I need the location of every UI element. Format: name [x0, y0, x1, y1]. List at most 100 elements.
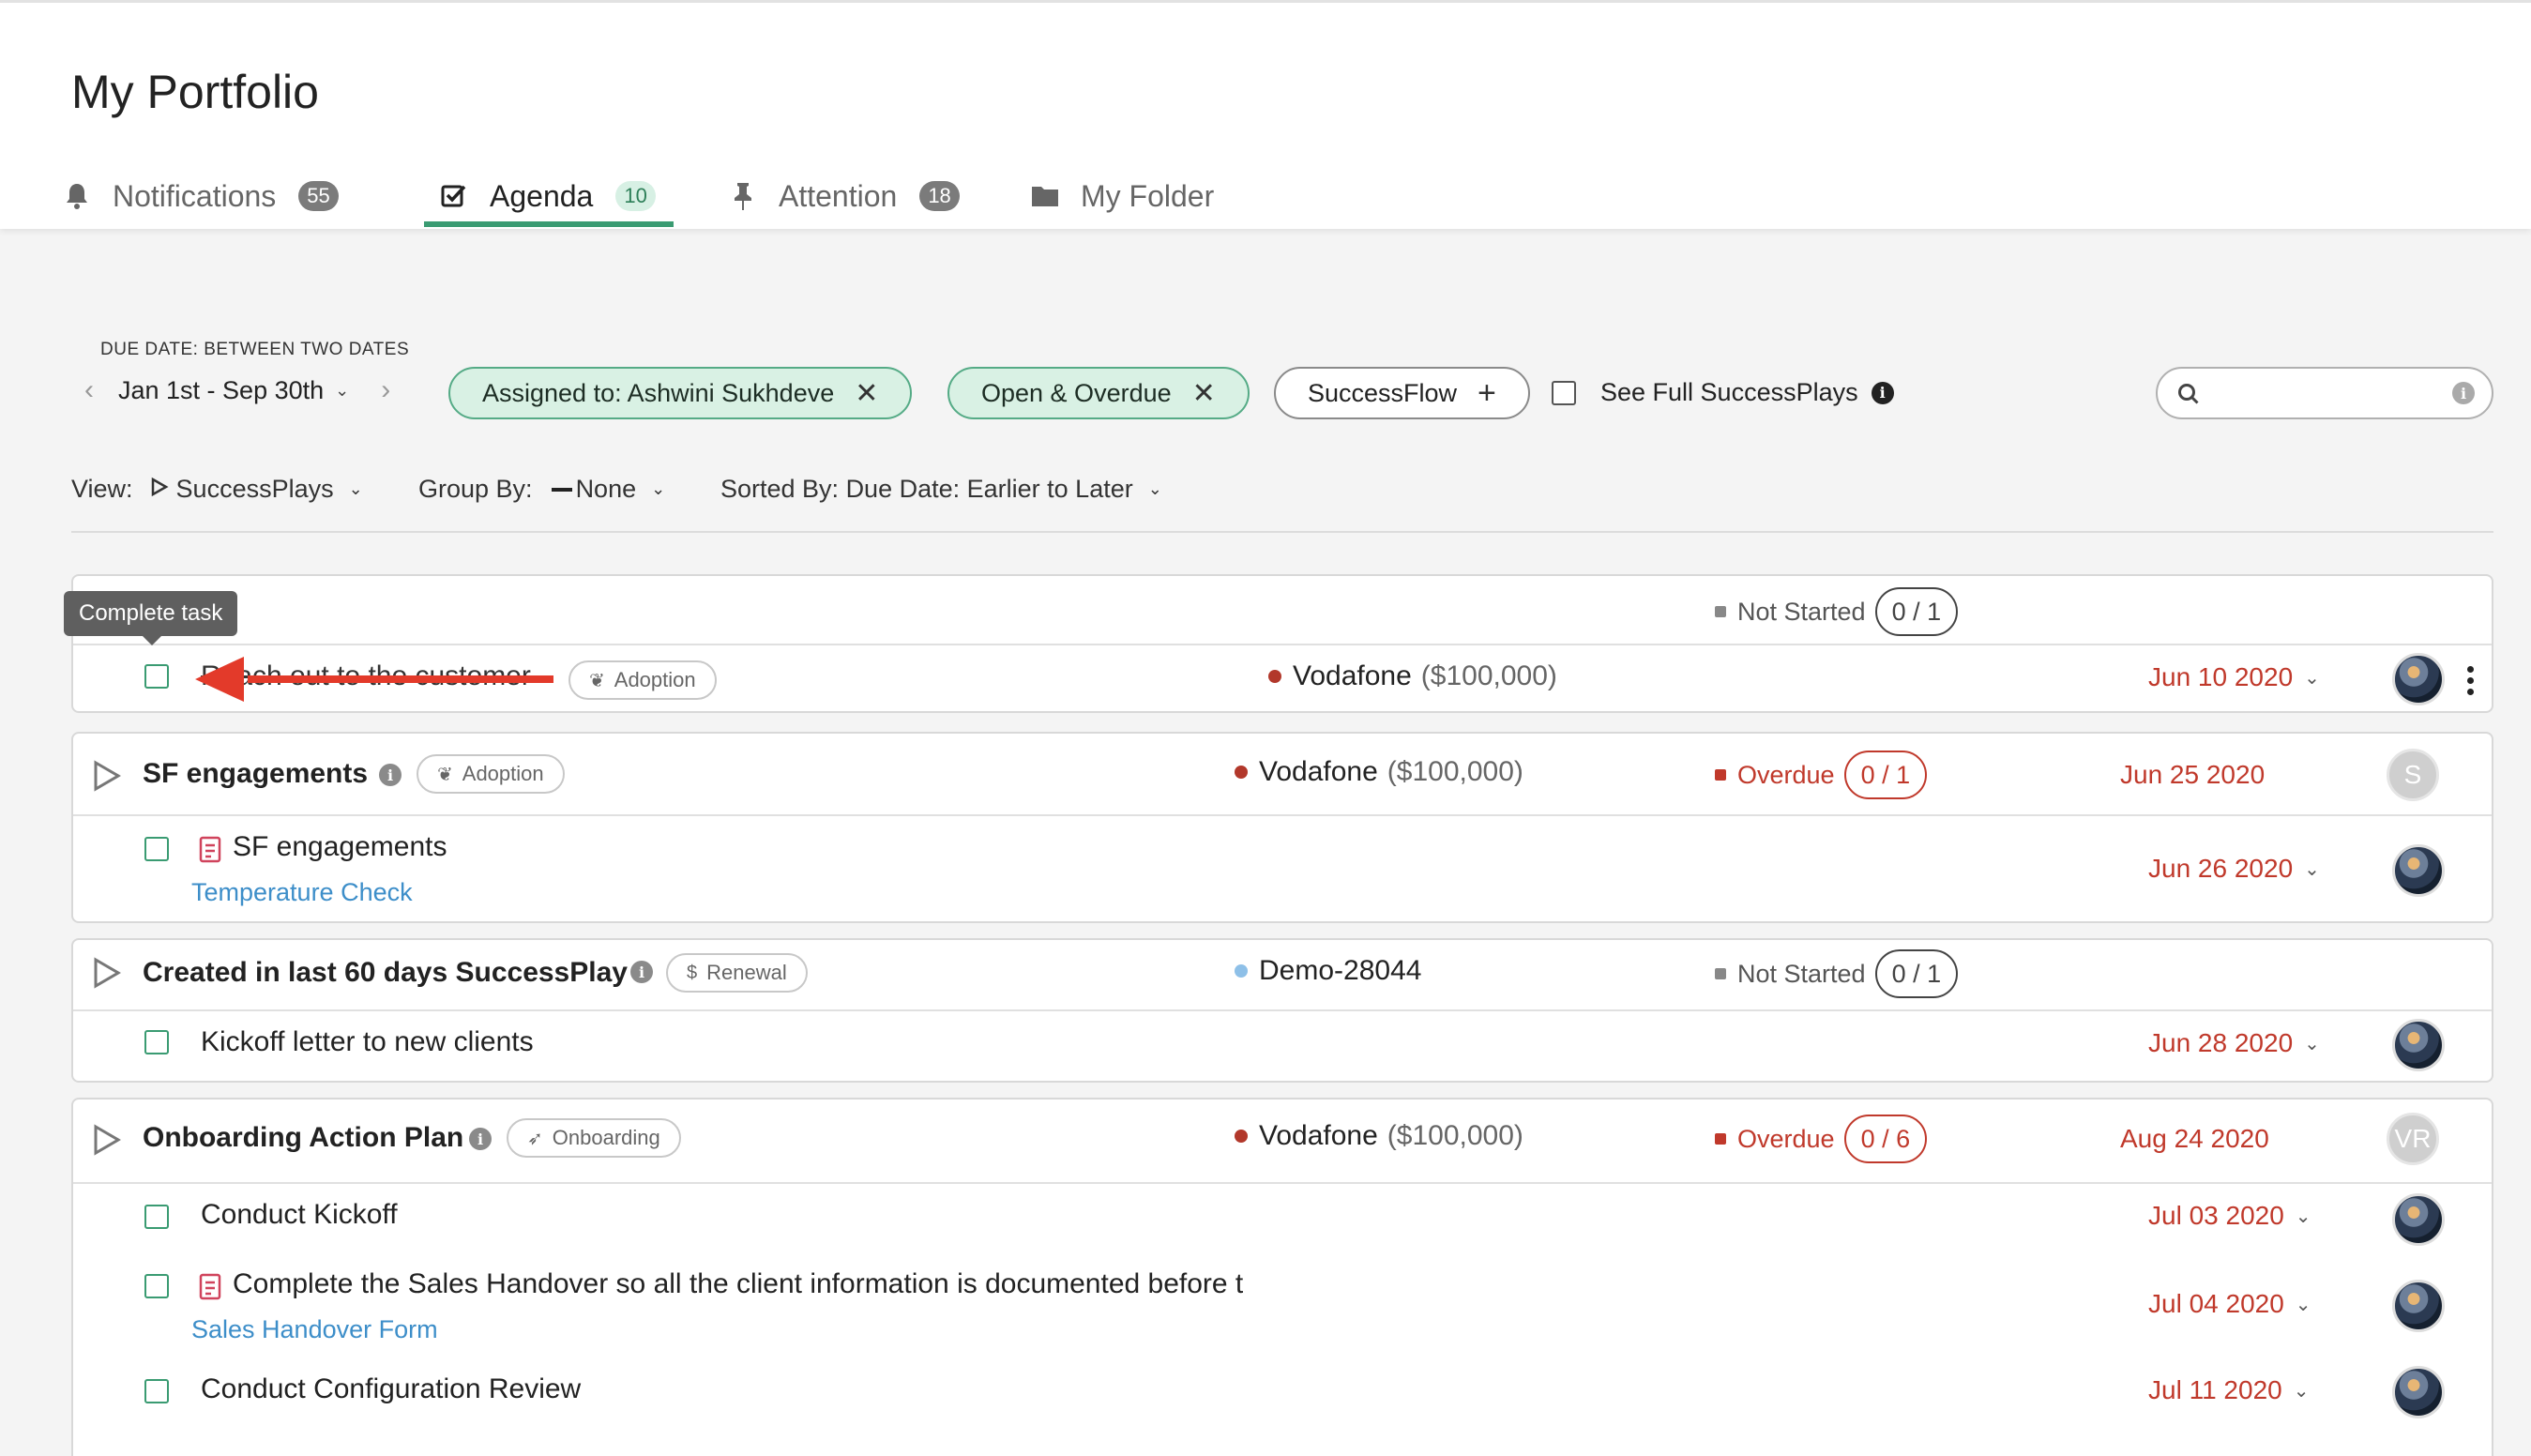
play-status: Not Started 0 / 1 [1715, 587, 1959, 636]
play-status: Overdue 0 / 1 [1715, 751, 1928, 799]
chevron-down-icon: ⌄ [2304, 667, 2320, 689]
task-name[interactable]: Conduct Configuration Review [201, 1373, 581, 1405]
tab-notifications[interactable]: Notifications 55 [62, 170, 339, 222]
task-due-date[interactable]: Jun 10 2020 ⌄ [2148, 662, 2320, 692]
avatar[interactable] [2392, 844, 2445, 897]
status-label: Not Started [1737, 597, 1866, 626]
play-expand-icon[interactable] [92, 760, 122, 796]
successflow-filter-chip[interactable]: SuccessFlow + [1274, 367, 1530, 419]
status-indicator [1715, 769, 1726, 781]
tab-label: Notifications [113, 178, 277, 213]
chip-label: Open & Overdue [981, 378, 1172, 407]
avatar[interactable] [2392, 1193, 2445, 1246]
account-label[interactable]: Vodafone ($100,000) [1235, 756, 1523, 788]
tab-attention[interactable]: Attention 18 [728, 170, 960, 222]
plus-icon: + [1478, 374, 1496, 411]
view-value: SuccessPlays [175, 475, 334, 503]
leaf-icon: ❦ [589, 670, 605, 691]
complete-task-tooltip: Complete task [64, 591, 238, 645]
task-name[interactable]: Complete the Sales Handover so all the c… [233, 1268, 1243, 1300]
status-label: Overdue [1737, 1124, 1835, 1153]
successplay-card: Onboarding Action Plan i ➶ Onboarding Vo… [71, 1098, 2493, 1456]
info-icon: i [469, 1128, 492, 1150]
complete-task-checkbox[interactable] [144, 1205, 169, 1229]
complete-task-checkbox[interactable] [144, 664, 169, 689]
survey-icon [199, 1272, 223, 1305]
play-name[interactable]: Created in last 60 days SuccessPlay [143, 957, 628, 989]
group-by-selector[interactable]: Group By: None ⌄ [418, 475, 665, 504]
progress-pill: 0 / 1 [1874, 949, 1959, 998]
task-due-date[interactable]: Jul 04 2020 ⌄ [2148, 1289, 2311, 1319]
status-filter-chip[interactable]: Open & Overdue ✕ [947, 367, 1250, 419]
play-icon [150, 475, 169, 504]
avatar[interactable] [2392, 653, 2445, 705]
avatar[interactable] [2392, 1366, 2445, 1418]
pin-icon [728, 181, 758, 211]
play-name[interactable]: SF engagements [143, 758, 368, 790]
sort-selector[interactable]: Sorted By: Due Date: Earlier to Later ⌄ [720, 475, 1162, 504]
search-box[interactable]: i [2156, 367, 2493, 419]
search-icon [2178, 384, 2199, 404]
chevron-right-icon[interactable]: › [381, 374, 390, 406]
task-name[interactable]: SF engagements [233, 831, 447, 863]
account-label[interactable]: Vodafone ($100,000) [1268, 660, 1557, 692]
account-status-dot [1268, 670, 1281, 683]
complete-task-checkbox[interactable] [144, 837, 169, 861]
date-range-label: Jan 1st - Sep 30th [118, 375, 325, 404]
page-header: My Portfolio Notifications 55 Agenda 10 … [0, 0, 2531, 229]
play-expand-icon[interactable] [92, 1124, 122, 1160]
group-value: None [575, 475, 637, 503]
search-input[interactable] [2212, 376, 2437, 410]
leaf-icon: ❦ [437, 764, 453, 785]
chevron-left-icon[interactable]: ‹ [84, 374, 94, 406]
tab-label: Attention [779, 178, 898, 213]
onboarding-tag: ➶ Onboarding [507, 1118, 681, 1158]
play-due-date: Aug 24 2020 [2120, 1124, 2269, 1154]
close-icon[interactable]: ✕ [855, 377, 878, 410]
play-expand-icon[interactable] [92, 957, 122, 993]
avatar[interactable] [2392, 1019, 2445, 1071]
divider [71, 531, 2493, 533]
task-due-date[interactable]: Jul 11 2020 ⌄ [2148, 1375, 2309, 1405]
play-name[interactable]: Onboarding Action Plan [143, 1122, 463, 1154]
due-date-label: Jun 26 2020 [2148, 854, 2294, 883]
task-name[interactable]: Conduct Kickoff [201, 1199, 398, 1231]
task-due-date[interactable]: Jul 03 2020 ⌄ [2148, 1201, 2311, 1231]
survey-link[interactable]: Temperature Check [191, 878, 413, 907]
chevron-down-icon: ⌄ [348, 479, 363, 498]
row-divider [73, 1182, 2492, 1184]
complete-task-checkbox[interactable] [144, 1379, 169, 1403]
see-full-checkbox[interactable] [1552, 380, 1576, 405]
renewal-tag: $ Renewal [666, 953, 808, 993]
account-name: Demo-28044 [1259, 955, 1422, 986]
task-due-date[interactable]: Jun 26 2020 ⌄ [2148, 854, 2320, 884]
tab-label: My Folder [1081, 178, 1215, 213]
task-name[interactable]: Kickoff letter to new clients [201, 1026, 534, 1058]
account-label[interactable]: Vodafone ($100,000) [1235, 1120, 1523, 1152]
avatar[interactable] [2392, 1280, 2445, 1332]
folder-icon [1030, 181, 1060, 211]
tab-my-folder[interactable]: My Folder [1030, 170, 1214, 222]
account-status-dot [1235, 1130, 1248, 1143]
survey-link[interactable]: Sales Handover Form [191, 1315, 438, 1344]
chevron-down-icon: ⌄ [1147, 479, 1162, 498]
avatar[interactable]: VR [2387, 1113, 2439, 1165]
account-label[interactable]: Demo-28044 [1235, 955, 1421, 987]
account-name: Vodafone [1259, 1120, 1378, 1151]
see-full-successplays[interactable]: See Full SuccessPlays i [1552, 378, 1894, 407]
tab-agenda[interactable]: Agenda 10 [439, 170, 656, 222]
more-options-icon[interactable] [2467, 666, 2475, 700]
assigned-filter-chip[interactable]: Assigned to: Ashwini Sukhdeve ✕ [448, 367, 913, 419]
date-range-dropdown[interactable]: Jan 1st - Sep 30th ⌄ [118, 376, 349, 405]
complete-task-checkbox[interactable] [144, 1030, 169, 1054]
close-icon[interactable]: ✕ [1192, 377, 1216, 410]
view-selector[interactable]: View: SuccessPlays ⌄ [71, 475, 363, 504]
group-label: Group By: [418, 475, 533, 503]
progress-pill: 0 / 6 [1843, 1115, 1928, 1163]
avatar[interactable]: S [2387, 749, 2439, 801]
dash-icon [551, 487, 572, 492]
complete-task-checkbox[interactable] [144, 1274, 169, 1298]
tab-label: Agenda [490, 178, 594, 213]
date-range-nav: ‹ Jan 1st - Sep 30th ⌄ › [84, 372, 390, 409]
task-due-date[interactable]: Jun 28 2020 ⌄ [2148, 1028, 2320, 1058]
